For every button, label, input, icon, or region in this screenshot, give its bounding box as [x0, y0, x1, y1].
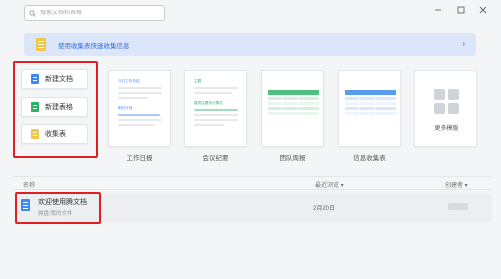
template-label-team-weekly: 团队周报	[279, 155, 306, 162]
column-header-name[interactable]: 名称	[23, 180, 35, 189]
template-card-info-collection[interactable]	[338, 70, 401, 147]
new-doc-label: 新建文档	[45, 76, 73, 83]
template-card-daily-report[interactable]: 今日工作总结 明日计划	[108, 70, 171, 147]
banner-text: 使用收集表快速收集信息	[58, 42, 130, 50]
table-preview	[345, 90, 396, 115]
close-icon	[479, 6, 487, 14]
form-icon	[31, 129, 39, 139]
divider	[13, 176, 492, 177]
file-date: 2月20日	[313, 206, 336, 212]
search-input[interactable]	[40, 10, 150, 16]
new-sheet-button[interactable]: 新建表格	[21, 97, 88, 117]
grid-icon	[434, 89, 459, 114]
template-card-more[interactable]: 更多模版	[414, 70, 477, 147]
table-preview	[268, 90, 319, 115]
template-label-meeting-minutes: 会议纪要	[202, 155, 229, 162]
column-header-recent[interactable]: 最近浏览 ▾	[315, 180, 344, 189]
collect-form-banner[interactable]: 使用收集表快速收集信息 ›	[24, 33, 476, 56]
minimize-button[interactable]	[433, 5, 443, 15]
close-button[interactable]	[478, 5, 488, 15]
doc-icon	[31, 74, 39, 84]
new-form-button[interactable]: 收集表	[21, 124, 88, 144]
file-path: 微盘/我的文件	[38, 211, 73, 217]
search-box[interactable]	[24, 5, 165, 21]
template-preview-text: 嘉宾议题执行情况	[194, 101, 223, 105]
sheet-icon	[31, 102, 39, 112]
column-header-creator[interactable]: 创建者 ▾	[445, 180, 468, 189]
new-form-label: 收集表	[45, 131, 66, 138]
template-card-meeting-minutes[interactable]: 主题 嘉宾议题执行情况	[184, 70, 247, 147]
file-title[interactable]: 欢迎使用腾文档	[38, 197, 87, 207]
template-preview-text: 今日工作总结	[118, 79, 140, 83]
new-doc-button[interactable]: 新建文档	[21, 69, 88, 89]
form-icon	[36, 38, 46, 51]
search-icon	[29, 9, 36, 17]
creator-avatar	[448, 203, 468, 210]
divider	[13, 189, 492, 190]
maximize-icon	[457, 6, 465, 14]
minimize-icon	[435, 9, 441, 11]
template-card-team-weekly[interactable]	[261, 70, 324, 147]
new-sheet-label: 新建表格	[45, 104, 73, 111]
chevron-right-icon: ›	[462, 39, 465, 48]
template-label-info-collection: 信息收集表	[353, 155, 386, 162]
maximize-button[interactable]	[456, 5, 466, 15]
template-label-daily-report: 工作日报	[126, 155, 153, 162]
doc-icon	[21, 199, 30, 211]
template-preview-text: 明日计划	[118, 106, 133, 110]
template-label-more: 更多模版	[434, 126, 459, 132]
template-preview-text: 主题	[194, 79, 202, 83]
